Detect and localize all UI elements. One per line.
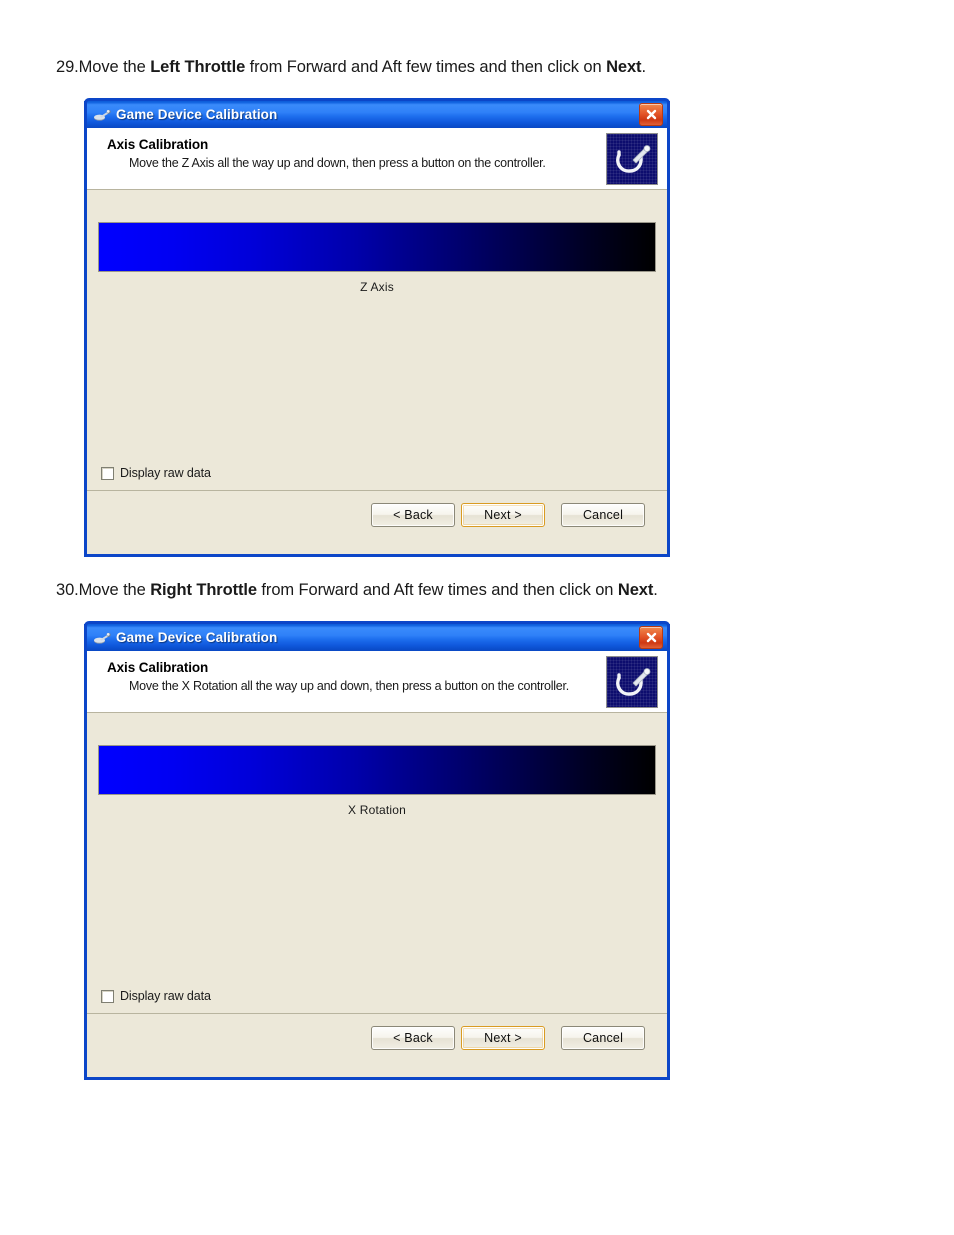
step-29-text-mid: from Forward and Aft few times and then …	[245, 58, 607, 76]
axis-gradient-bar	[98, 222, 656, 272]
joystick-titlebar-icon	[93, 630, 111, 646]
display-raw-data-row[interactable]: Display raw data	[101, 989, 211, 1003]
step-29-instruction: 29.Move the Left Throttle from Forward a…	[56, 58, 646, 77]
dialog-2-header-instruction: Move the X Rotation all the way up and d…	[129, 679, 569, 693]
dialog-1-header-text: Axis Calibration Move the Z Axis all the…	[87, 128, 606, 170]
dialog-1-title: Game Device Calibration	[116, 107, 278, 122]
step-30-number: 30.	[56, 581, 79, 599]
axis-label: X Rotation	[347, 803, 407, 817]
step-29-bold-next: Next	[606, 58, 642, 76]
dialog-1-header: Axis Calibration Move the Z Axis all the…	[87, 128, 667, 190]
joystick-header-icon	[606, 133, 658, 185]
step-29-number: 29.	[56, 58, 79, 76]
display-raw-data-label: Display raw data	[120, 466, 211, 480]
joystick-header-icon	[606, 656, 658, 708]
display-raw-data-checkbox[interactable]	[101, 466, 114, 480]
step-30-bold-next: Next	[617, 581, 654, 599]
step-30-bold-right-throttle: Right Throttle	[150, 581, 257, 599]
back-button[interactable]: < Back	[371, 502, 455, 527]
dialog-2-header: Axis Calibration Move the X Rotation all…	[87, 651, 667, 713]
back-button[interactable]: < Back	[371, 1025, 455, 1050]
next-button[interactable]: Next >	[461, 502, 545, 527]
dialog-2-header-text: Axis Calibration Move the X Rotation all…	[87, 651, 606, 693]
joystick-titlebar-icon	[93, 107, 111, 123]
dialog-1-footer: < Back Next > Cancel	[87, 490, 667, 538]
dialog-2-header-title: Axis Calibration	[107, 660, 209, 675]
step-29-text-pre: Move the	[78, 58, 151, 76]
game-device-calibration-dialog-2: Game Device Calibration Axis Calibration…	[84, 621, 670, 1080]
display-raw-data-row[interactable]: Display raw data	[101, 466, 211, 480]
display-raw-data-checkbox[interactable]	[101, 989, 114, 1003]
dialog-1-header-title: Axis Calibration	[107, 137, 209, 152]
step-30-text-post: .	[653, 581, 658, 599]
step-29-bold-left-throttle: Left Throttle	[150, 58, 246, 76]
axis-label: Z Axis	[360, 280, 394, 294]
display-raw-data-label: Display raw data	[120, 989, 211, 1003]
dialog-2-title: Game Device Calibration	[116, 630, 278, 645]
dialog-1-body: Z Axis Display raw data	[87, 190, 667, 490]
cancel-button[interactable]: Cancel	[561, 1025, 645, 1050]
close-icon[interactable]	[639, 103, 663, 126]
game-device-calibration-dialog-1: Game Device Calibration Axis Calibration…	[84, 98, 670, 557]
dialog-2-body: X Rotation Display raw data	[87, 713, 667, 1013]
step-30-text-mid: from Forward and Aft few times and then …	[256, 581, 618, 599]
axis-gradient-bar	[98, 745, 656, 795]
step-30-instruction: 30.Move the Right Throttle from Forward …	[56, 581, 658, 600]
dialog-1-titlebar[interactable]: Game Device Calibration	[84, 98, 670, 128]
step-29-text-post: .	[641, 58, 646, 76]
cancel-button[interactable]: Cancel	[561, 502, 645, 527]
step-30-text-pre: Move the	[78, 581, 151, 599]
dialog-1-header-instruction: Move the Z Axis all the way up and down,…	[129, 156, 546, 170]
dialog-2-axis-display: X Rotation	[98, 745, 656, 817]
close-icon[interactable]	[639, 626, 663, 649]
dialog-1-axis-display: Z Axis	[98, 222, 656, 294]
next-button[interactable]: Next >	[461, 1025, 545, 1050]
dialog-2-titlebar[interactable]: Game Device Calibration	[84, 621, 670, 651]
dialog-2-footer: < Back Next > Cancel	[87, 1013, 667, 1061]
